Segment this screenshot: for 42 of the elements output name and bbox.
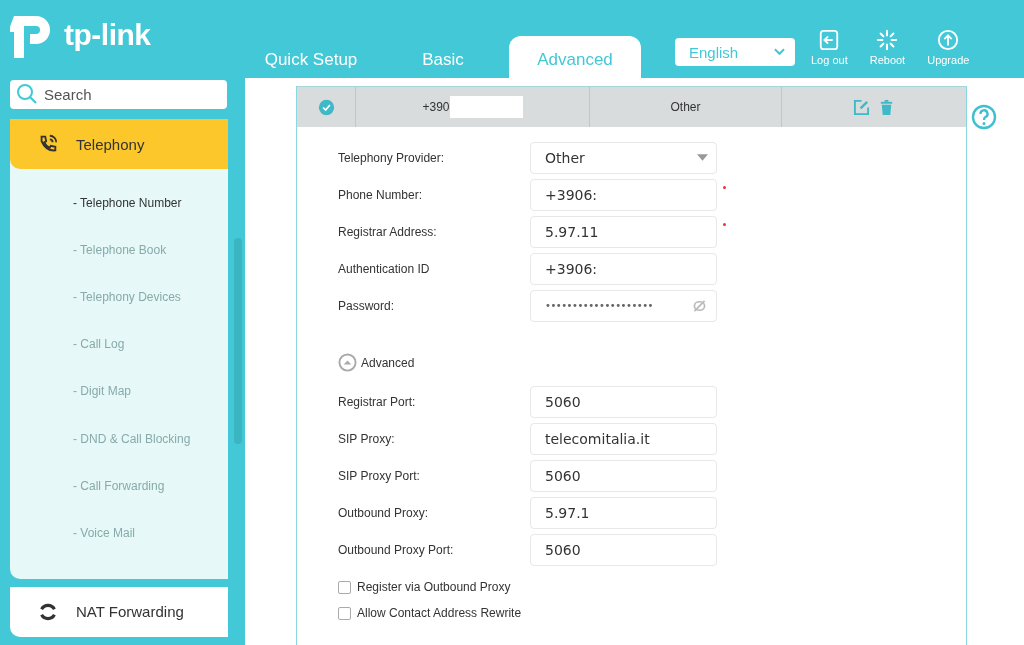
dropdown-arrow-icon <box>697 154 708 161</box>
field-label: Outbound Proxy Port: <box>338 542 455 557</box>
input-field[interactable]: telecomitalia.it <box>530 422 717 455</box>
submenu-item[interactable]: - Telephone Number <box>10 179 228 227</box>
field-label: Registrar Port: <box>338 394 417 409</box>
help-icon[interactable] <box>971 104 997 130</box>
spinner-icon <box>876 29 899 51</box>
table-cell: Other <box>590 87 782 127</box>
checkbox[interactable] <box>338 606 351 620</box>
input-field[interactable]: 5.97.1 <box>530 496 717 529</box>
search-icon <box>16 83 38 105</box>
field-label: Registrar Address: <box>338 224 438 239</box>
field-label: Phone Number: <box>338 187 424 202</box>
input-field[interactable]: 5060 <box>530 459 717 492</box>
chevron-down-icon <box>774 48 785 56</box>
table-cell: +390 <box>422 100 450 114</box>
field-label: Authentication ID <box>338 261 431 276</box>
checkbox-label: Register via Outbound Proxy <box>357 580 511 594</box>
logo-text: tp-link <box>64 18 151 52</box>
input-field[interactable]: 5.97.11 <box>530 215 717 248</box>
checkbox[interactable] <box>338 580 351 594</box>
field-label: SIP Proxy: <box>338 431 396 446</box>
input-field[interactable]: +3906: <box>530 178 717 211</box>
input-field[interactable]: 5060 <box>530 533 717 566</box>
checkbox-label: Allow Contact Address Rewrite <box>357 606 522 620</box>
search-field[interactable]: Search <box>10 80 227 109</box>
input-field[interactable]: 5060 <box>530 385 717 418</box>
field-label: SIP Proxy Port: <box>338 468 421 483</box>
advanced-toggle[interactable]: Advanced <box>338 353 415 372</box>
edit-icon[interactable] <box>853 98 870 116</box>
delete-icon[interactable] <box>878 98 895 116</box>
logout-icon <box>818 29 841 51</box>
password-field[interactable]: •••••••••••••••••••• <box>530 289 717 322</box>
input-field[interactable]: +3906: <box>530 252 717 285</box>
provider-select[interactable]: Other <box>530 141 717 174</box>
field-label: Telephony Provider: <box>338 150 446 165</box>
hidden-eye-icon[interactable] <box>691 299 708 312</box>
upload-icon <box>937 29 960 51</box>
sidebar-item[interactable]: Telephony <box>10 119 228 169</box>
collapse-icon <box>338 353 357 372</box>
field-label: Outbound Proxy: <box>338 505 430 520</box>
field-label: Password: <box>338 298 396 313</box>
